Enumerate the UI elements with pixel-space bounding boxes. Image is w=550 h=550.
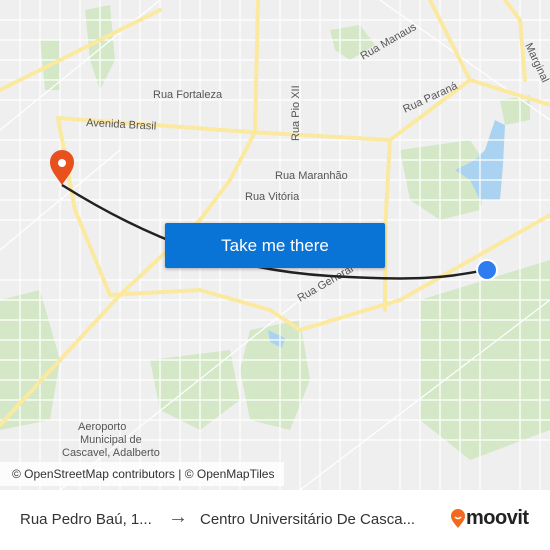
destination-label: Centro Universitário De Cascа... <box>200 511 416 528</box>
poi-label-airport-1: Aeroporto <box>78 421 126 433</box>
poi-label-airport-2: Municipal de <box>80 434 142 446</box>
street-label-rua-general: Rua General <box>296 263 356 305</box>
origin-label: Rua Pedro Baú, 1... <box>20 511 152 528</box>
street-label-avenida-brasil: Avenida Brasil <box>86 117 157 133</box>
map-attribution[interactable]: © OpenStreetMap contributors | © OpenMap… <box>0 462 285 486</box>
map[interactable]: Rua Manaus Rua Fortaleza Avenida Brasil … <box>0 0 550 490</box>
poi-label-airport-3: Cascavel, Adalberto <box>62 447 160 459</box>
moovit-logo: moovit <box>450 507 529 530</box>
take-me-there-button[interactable]: Take me there <box>165 223 385 268</box>
street-label-rua-fortaleza: Rua Fortaleza <box>153 89 223 101</box>
route-footer: Rua Pedro Baú, 1... → Centro Universitár… <box>0 490 550 550</box>
street-label-rua-vitoria: Rua Vitória <box>245 191 300 203</box>
moovit-wordmark: moovit <box>466 507 529 529</box>
street-label-rua-pio-xii: Rua Pio XII <box>290 85 302 141</box>
moovit-pin-icon <box>451 508 465 528</box>
origin-location-icon[interactable] <box>476 259 498 281</box>
street-label-rua-maranhao: Rua Maranhão <box>275 170 348 182</box>
arrow-right-icon: → <box>168 506 188 528</box>
